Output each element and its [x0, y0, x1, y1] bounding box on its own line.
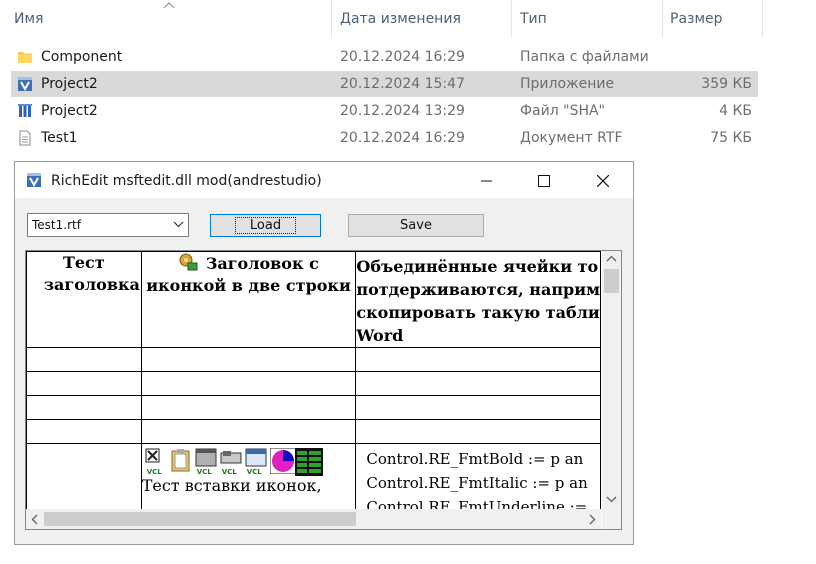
panel-component-icon: VCL	[195, 448, 217, 476]
folder-icon	[18, 52, 32, 63]
file-select-combobox[interactable]: Test1.rtf	[27, 213, 189, 237]
table-header-cell: Заголовок с иконкой в две строки	[140, 251, 357, 348]
window-title: RichEdit msftedit.dll mod(andrestudio)	[51, 173, 322, 189]
vcl-badge: VCL	[246, 468, 262, 476]
vertical-scroll-thumb[interactable]	[604, 269, 619, 293]
column-header-type[interactable]: Тип	[520, 0, 547, 38]
app-icon	[18, 77, 32, 92]
file-name: Test1	[41, 130, 78, 146]
table-row	[26, 419, 601, 444]
header-col3-line: скопировать такую табли	[356, 303, 600, 322]
file-date: 20.12.2024 16:29	[340, 49, 465, 65]
file-row-test1-rtf[interactable]: Test1 20.12.2024 16:29 Документ RTF 75 К…	[11, 125, 758, 151]
header-col3-line: потдерживаются, наприм	[356, 280, 600, 299]
file-row-component[interactable]: Component 20.12.2024 16:29 Папка с файла…	[11, 44, 758, 70]
minimize-icon	[481, 180, 492, 182]
code-line: Control.RE_FmtBold := p an	[366, 450, 584, 468]
scroll-up-icon[interactable]	[606, 255, 617, 262]
toolbar-component-icon: VCL	[220, 448, 242, 476]
vcl-badge: VCL	[196, 468, 212, 476]
minimize-button[interactable]	[464, 162, 510, 198]
file-date: 20.12.2024 16:29	[340, 130, 465, 146]
load-button[interactable]: Load	[210, 214, 321, 237]
vertical-scrollbar[interactable]	[602, 251, 621, 509]
document-content[interactable]: Тест заголовка Заголовок с иконкой в две…	[26, 251, 601, 509]
column-divider[interactable]	[762, 0, 763, 38]
icon-strip: VCL VCL VCL VCL	[142, 444, 356, 476]
file-type: Документ RTF	[520, 130, 623, 146]
load-button-label: Load	[234, 217, 297, 234]
file-size: 359 КБ	[701, 76, 752, 92]
chevron-down-icon[interactable]	[173, 221, 184, 228]
file-size: 75 КБ	[710, 130, 752, 146]
code-line: Control.RE_FmtItalic := p an	[366, 474, 588, 492]
table-header-cell: Объединённые ячейки то потдерживаются, н…	[355, 251, 601, 348]
clipboard-icon	[170, 448, 192, 474]
sort-ascending-icon	[163, 2, 175, 9]
vcl-badge: VCL	[221, 468, 237, 476]
pie-shape-icon	[269, 447, 297, 475]
richedit-window: RichEdit msftedit.dll mod(andrestudio) T…	[14, 161, 634, 545]
file-type: Приложение	[520, 76, 615, 92]
table-row	[26, 371, 601, 396]
checkbox-component-icon: VCL	[145, 448, 167, 476]
file-type: Файл "SHA"	[520, 103, 605, 119]
code-line: Control.RE_FmtUnderline :=	[366, 498, 588, 509]
save-button-label: Save	[400, 218, 432, 233]
header-col3-line: Объединённые ячейки то	[356, 257, 599, 276]
file-type: Папка с файлами	[520, 49, 649, 65]
table-row: VCL VCL VCL VCL Тест вставки иконок, Con…	[26, 443, 601, 509]
file-date: 20.12.2024 15:47	[340, 76, 465, 92]
header-col3-line: Word	[356, 326, 404, 345]
column-divider[interactable]	[331, 0, 332, 38]
close-icon	[597, 175, 609, 187]
scrollbar-corner	[602, 509, 621, 529]
grid-component-icon	[294, 448, 323, 476]
header-col1: Тест заголовка	[43, 253, 140, 294]
file-name: Project2	[41, 76, 98, 92]
file-list-header: Имя Дата изменения Тип Размер	[0, 0, 816, 38]
column-divider[interactable]	[662, 0, 663, 38]
app-icon	[27, 173, 41, 188]
scroll-right-icon[interactable]	[589, 514, 596, 525]
combo-value: Test1.rtf	[32, 218, 81, 232]
document-table: Тест заголовка Заголовок с иконкой в две…	[26, 251, 601, 509]
scroll-down-icon[interactable]	[606, 496, 617, 503]
file-name: Project2	[41, 103, 98, 119]
table-row	[26, 347, 601, 372]
column-header-date[interactable]: Дата изменения	[340, 0, 461, 38]
maximize-button[interactable]	[521, 162, 567, 198]
statusbar-component-icon: VCL	[245, 448, 267, 476]
file-date: 20.12.2024 13:29	[340, 103, 465, 119]
close-button[interactable]	[580, 162, 626, 198]
delphi-icon	[18, 104, 32, 117]
title-bar[interactable]: RichEdit msftedit.dll mod(andrestudio)	[15, 162, 633, 198]
file-row-project2-exe[interactable]: Project2 20.12.2024 15:47 Приложение 359…	[11, 71, 758, 97]
rtf-document-icon	[19, 130, 31, 146]
maximize-icon	[538, 175, 550, 187]
horizontal-scroll-thumb[interactable]	[44, 512, 356, 526]
horizontal-scrollbar[interactable]	[26, 509, 601, 529]
column-header-size[interactable]: Размер	[670, 0, 723, 38]
vcl-badge: VCL	[146, 468, 162, 476]
rich-edit-area[interactable]: Тест заголовка Заголовок с иконкой в две…	[25, 250, 622, 530]
file-size: 4 КБ	[719, 103, 752, 119]
scroll-left-icon[interactable]	[31, 514, 38, 525]
icons-caption: Тест вставки иконок,	[141, 476, 322, 495]
component-icon	[179, 253, 198, 271]
header-col2: Заголовок с иконкой в две строки	[146, 254, 351, 295]
file-row-project2-sha[interactable]: Project2 20.12.2024 13:29 Файл "SHA" 4 К…	[11, 98, 758, 124]
table-header-cell: Тест заголовка	[26, 251, 142, 348]
table-row	[26, 395, 601, 420]
column-divider[interactable]	[511, 0, 512, 38]
save-button[interactable]: Save	[348, 214, 484, 237]
file-name: Component	[41, 49, 123, 65]
column-header-name[interactable]: Имя	[14, 0, 43, 38]
